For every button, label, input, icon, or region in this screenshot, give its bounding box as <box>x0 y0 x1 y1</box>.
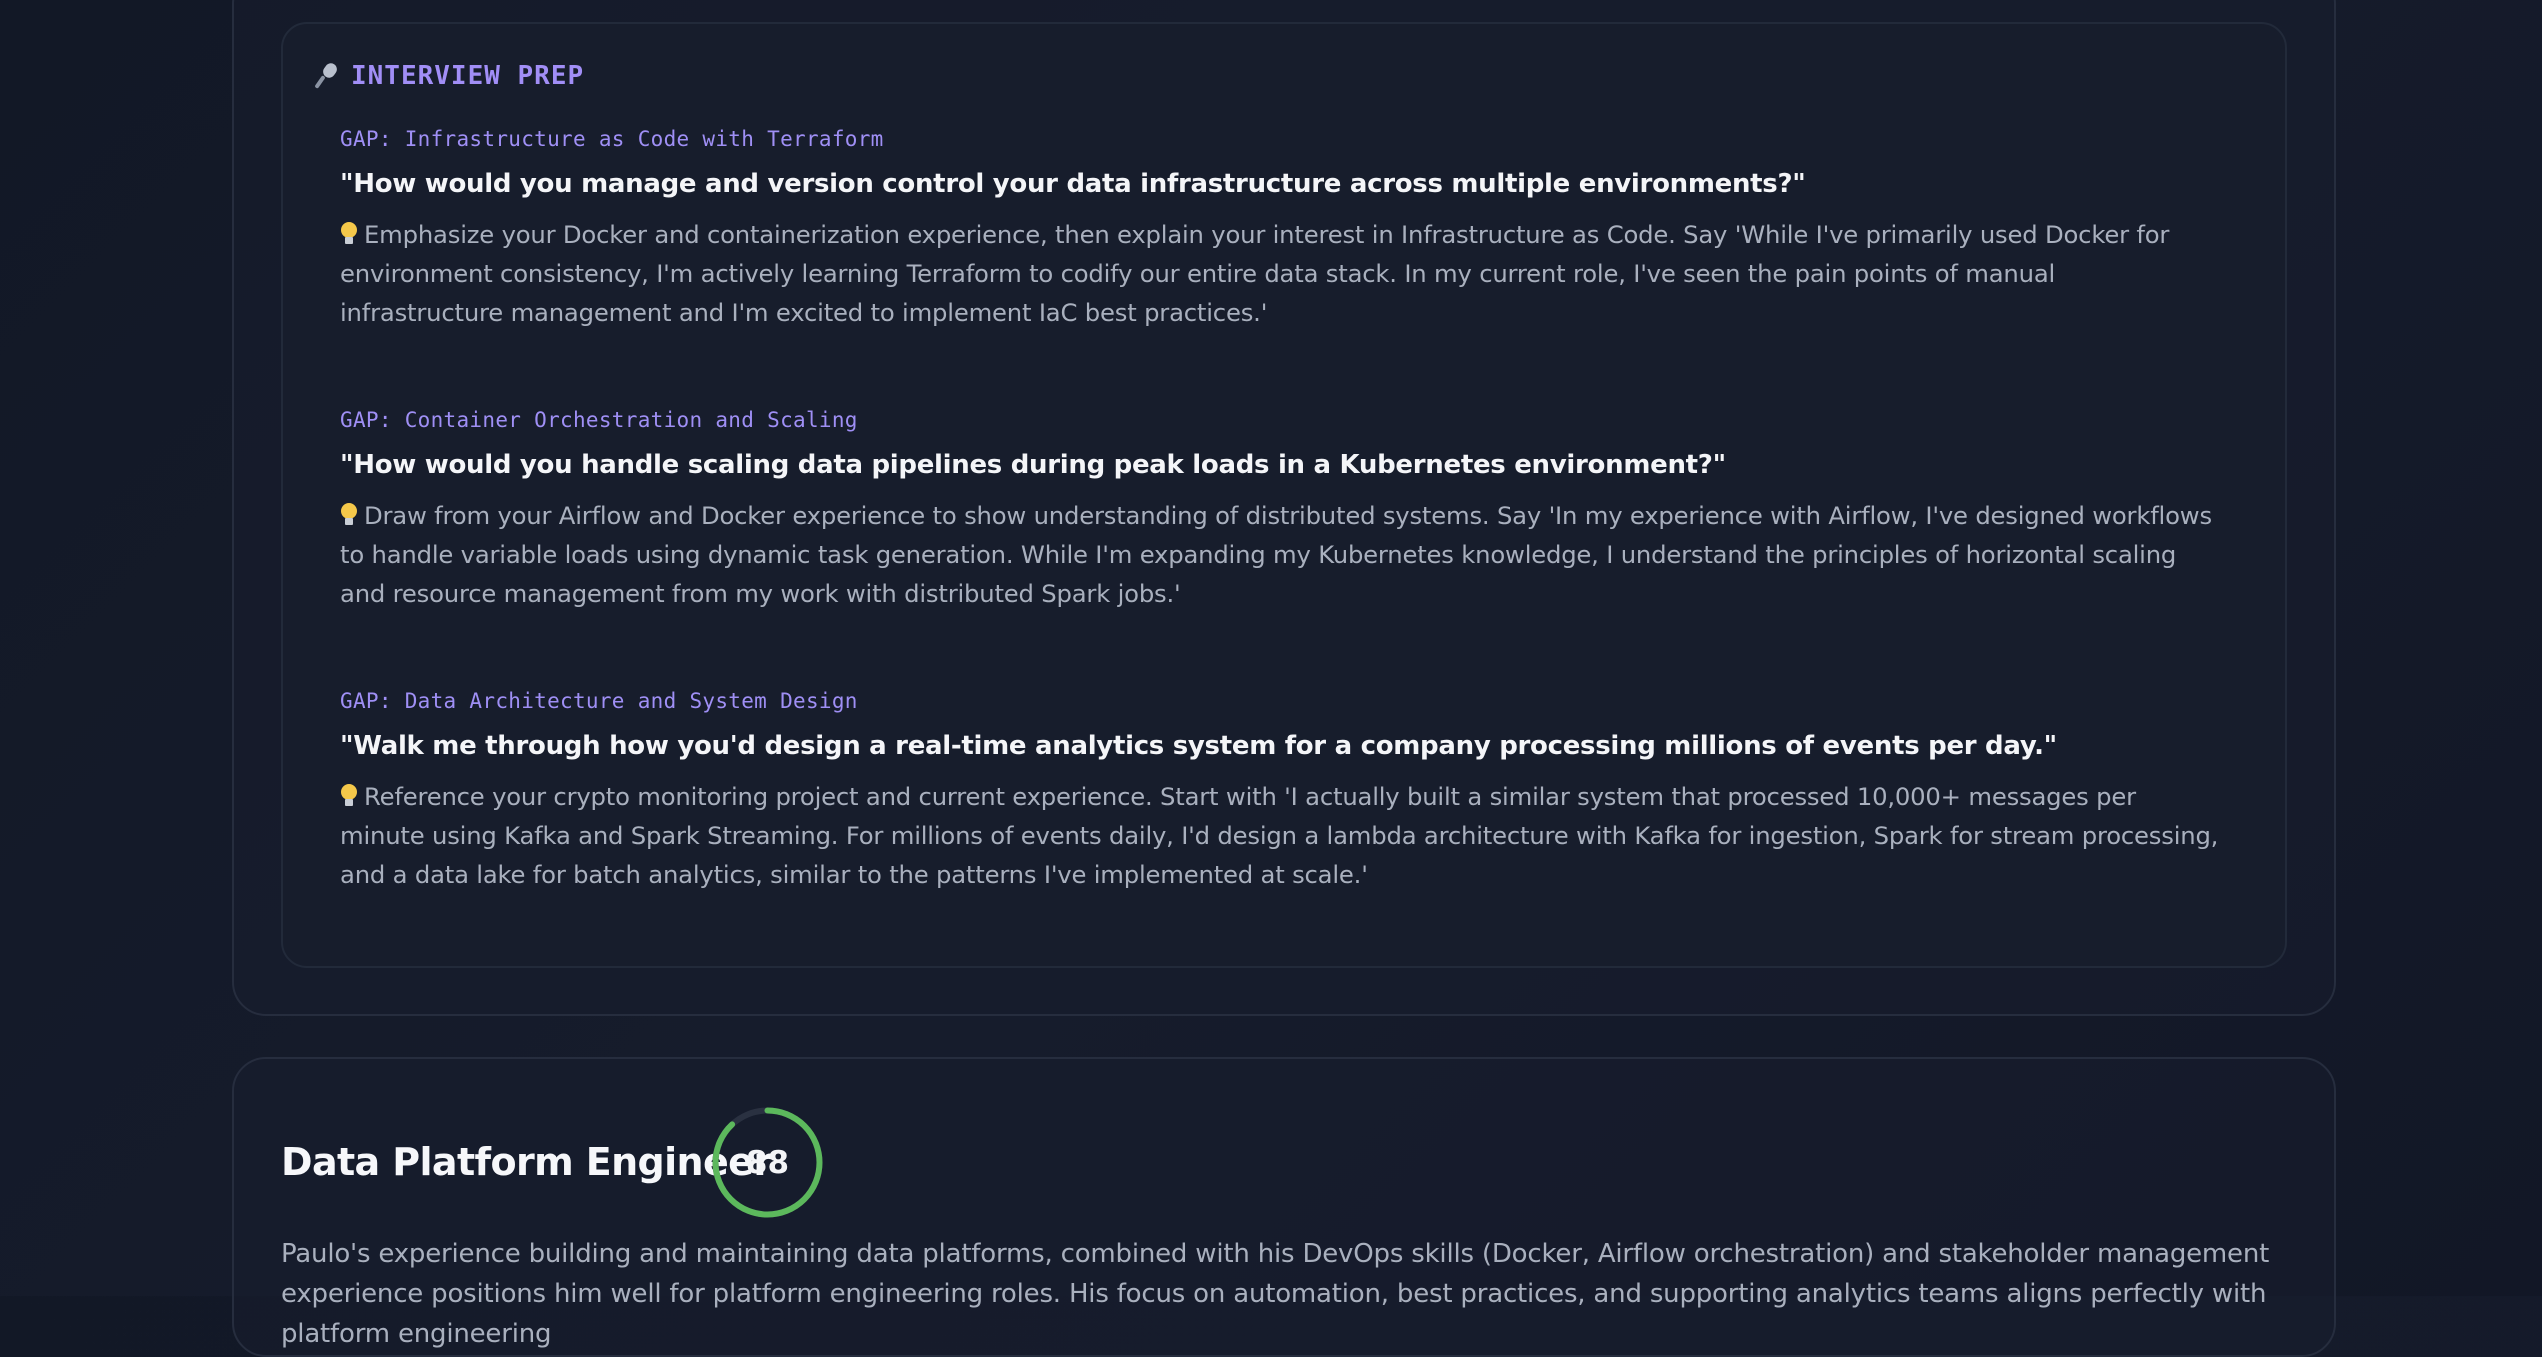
interview-prep-title: INTERVIEW PREP <box>351 61 585 91</box>
match-score-value: 88 <box>745 1144 790 1181</box>
gap-tip: Emphasize your Docker and containerizati… <box>340 215 2220 332</box>
gap-item: GAP: Data Architecture and System Design… <box>340 687 2220 894</box>
gap-tip-text: Draw from your Airflow and Docker experi… <box>340 501 2212 608</box>
gap-tip: Draw from your Airflow and Docker experi… <box>340 496 2220 613</box>
interview-prep-header: INTERVIEW PREP <box>314 60 585 92</box>
gap-item: GAP: Container Orchestration and Scaling… <box>340 406 2220 613</box>
role-title: Data Platform Engineer <box>281 1140 772 1184</box>
gap-question: "How would you handle scaling data pipel… <box>340 450 1726 480</box>
gap-item: GAP: Infrastructure as Code with Terrafo… <box>340 125 2220 332</box>
gap-question: "How would you manage and version contro… <box>340 169 1806 199</box>
lightbulb-icon <box>340 222 358 246</box>
interview-prep-panel: INTERVIEW PREP GAP: Infrastructure as Co… <box>281 22 2287 968</box>
lightbulb-icon <box>340 784 358 808</box>
gap-tip-text: Emphasize your Docker and containerizati… <box>340 220 2170 327</box>
role-description: Paulo's experience building and maintain… <box>281 1239 2270 1349</box>
match-score-ring: 88 <box>710 1105 825 1220</box>
gap-question: "Walk me through how you'd design a real… <box>340 731 2057 761</box>
gap-label: GAP: Infrastructure as Code with Terrafo… <box>340 127 884 151</box>
lightbulb-icon <box>340 503 358 527</box>
gap-label: GAP: Container Orchestration and Scaling <box>340 408 858 432</box>
gap-label: GAP: Data Architecture and System Design <box>340 689 858 713</box>
microphone-icon <box>314 60 340 90</box>
gap-tip: Reference your crypto monitoring project… <box>340 777 2220 894</box>
gap-tip-text: Reference your crypto monitoring project… <box>340 782 2219 889</box>
